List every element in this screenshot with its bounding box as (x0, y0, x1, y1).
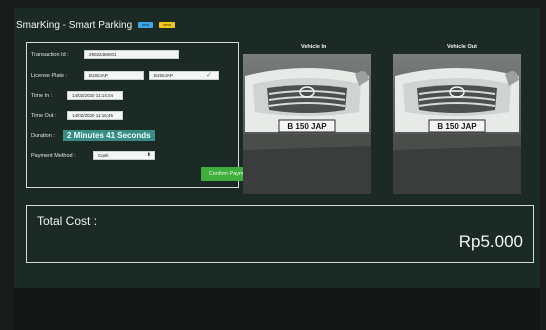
transaction-id-label: Transaction Id : (31, 52, 69, 58)
duration-value: 2 Minutes 41 Seconds (63, 130, 155, 141)
vehicle-out-plate: B 150 JAP (437, 122, 477, 131)
app-title-text: SmarKing - Smart Parking (16, 20, 133, 31)
vehicle-out-photo: B 150 JAP (393, 54, 521, 194)
chevron-down-icon: ⬍ (146, 152, 151, 158)
check-icon: ✓ (206, 72, 212, 79)
total-cost-label: Total Cost : (37, 214, 98, 228)
license-plate-label: License Plate : (31, 73, 68, 79)
payment-method-select[interactable]: Cash ⬍ (93, 151, 155, 160)
new-badge: new (137, 22, 154, 29)
license-plate-out-field[interactable]: B150JAP ✓ (149, 71, 219, 80)
vehicle-in-photo: B 150 JAP (243, 54, 371, 194)
payment-method-label: Payment Method : (31, 153, 76, 159)
time-in-label: Time In : (31, 93, 53, 99)
license-plate-out-value: B150JAP (154, 73, 173, 78)
time-in-field[interactable]: 14/02/2020 11:14:04 (67, 91, 123, 100)
payment-method-value: Cash (98, 153, 109, 158)
app-title: SmarKing - Smart Parking new beta (16, 20, 175, 31)
bottom-bar (14, 288, 540, 330)
transaction-form: Transaction Id : 29022466001 License Pla… (26, 42, 259, 188)
total-cost-panel: Total Cost : Rp5.000 (26, 205, 534, 263)
beta-badge: beta (159, 22, 175, 29)
transaction-id-field[interactable]: 29022466001 (84, 50, 179, 59)
time-out-label: Time Out : (31, 113, 57, 119)
license-plate-in-field[interactable]: B150JAP (84, 71, 144, 80)
time-out-field[interactable]: 14/02/2020 11:16:45 (67, 111, 123, 120)
total-cost-value: Rp5.000 (458, 232, 523, 251)
vehicle-in-title: Vehicle In (301, 44, 327, 50)
vehicle-out-title: Vehicle Out (447, 44, 477, 50)
duration-label: Duration : (31, 133, 55, 139)
vehicle-in-plate: B 150 JAP (287, 122, 327, 131)
